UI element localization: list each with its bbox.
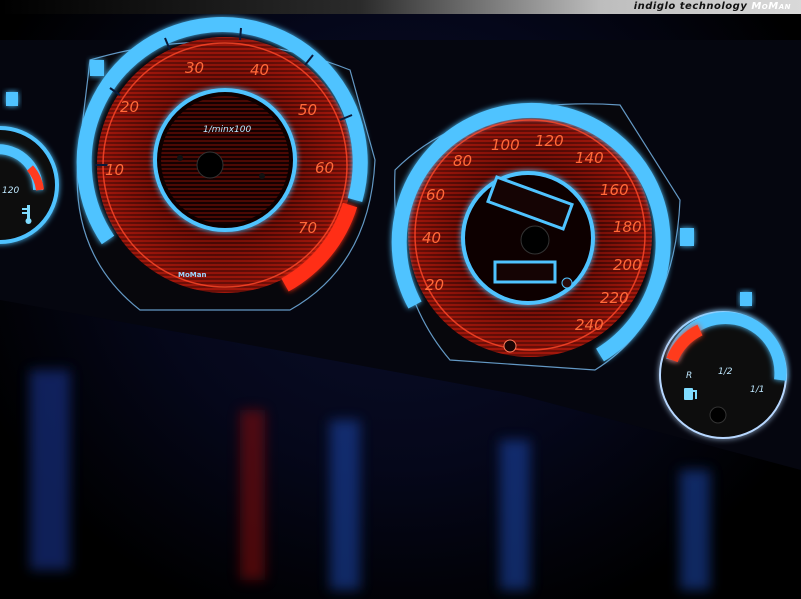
cluster-drawing: 120 10 20 30 40 50 60 70 1/minx100 MoMan… bbox=[0, 17, 801, 590]
banner-brand: MoMan bbox=[751, 1, 791, 12]
instrument-cluster-photo: 120 10 20 30 40 50 60 70 1/minx100 MoMan… bbox=[0, 0, 801, 599]
speedo-label-80: 80 bbox=[453, 152, 472, 170]
speedo-label-100: 100 bbox=[491, 136, 520, 154]
speedo-label-120: 120 bbox=[535, 132, 564, 150]
temp-label-120: 120 bbox=[2, 186, 19, 196]
tacho-bracket bbox=[90, 60, 104, 76]
tacho-label-10: 10 bbox=[105, 161, 124, 179]
speedo-label-200: 200 bbox=[613, 256, 642, 274]
speedo-label-180: 180 bbox=[613, 218, 642, 236]
tacho-label-20: 20 bbox=[120, 98, 139, 116]
tacho-unit-label: 1/minx100 bbox=[203, 125, 252, 135]
tacho-label-60: 60 bbox=[315, 159, 334, 177]
fuel-label-half: 1/2 bbox=[718, 367, 733, 377]
trip-odometer-window bbox=[493, 260, 557, 284]
speedo-label-60: 60 bbox=[426, 186, 445, 204]
speedo-label-40: 40 bbox=[422, 229, 441, 247]
fuel-bracket bbox=[740, 292, 752, 306]
speedo-label-160: 160 bbox=[600, 181, 629, 199]
tacho-label-50: 50 bbox=[298, 101, 317, 119]
speedo-label-20: 20 bbox=[425, 276, 444, 294]
speedo-label-240: 240 bbox=[575, 316, 604, 334]
banner-text: indiglo technology MoMan bbox=[634, 0, 791, 14]
temp-bracket bbox=[6, 92, 18, 106]
tacho-label-70: 70 bbox=[298, 219, 317, 237]
fuel-label-reserve: R bbox=[686, 371, 692, 381]
speedo-label-220: 220 bbox=[600, 289, 629, 307]
tachometer: 10 20 30 40 50 60 70 1/minx100 MoMan bbox=[76, 17, 376, 311]
banner-tagline: indiglo technology bbox=[633, 1, 748, 12]
speedo-label-140: 140 bbox=[575, 149, 604, 167]
fuel-label-full: 1/1 bbox=[750, 385, 764, 395]
tacho-label-40: 40 bbox=[250, 61, 269, 79]
banner-bar: indiglo technology MoMan bbox=[0, 0, 801, 14]
tacho-label-30: 30 bbox=[185, 59, 204, 77]
speedo-bracket bbox=[680, 228, 694, 246]
brand-logo: MoMan bbox=[178, 271, 206, 279]
